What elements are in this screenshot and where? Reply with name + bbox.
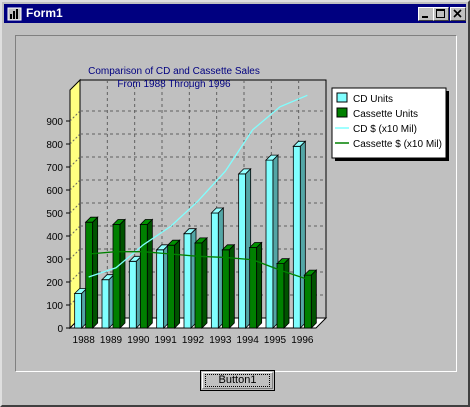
bar-cd-units [183, 233, 192, 329]
x-tick-label: 1995 [264, 335, 287, 346]
y-tick-label: 400 [46, 232, 63, 243]
close-button[interactable] [450, 7, 466, 21]
bar-cassette-units-side [201, 236, 208, 329]
form-window: Form1 0 100 200 300 400 500 600 700 800 900 1988 19… [0, 0, 470, 407]
app-icon[interactable] [7, 6, 22, 21]
bar-cassette-units [139, 224, 148, 329]
y-tick-label: 700 [46, 163, 63, 174]
title-bar[interactable]: Form1 [4, 4, 466, 23]
close-icon [453, 9, 462, 18]
x-tick-label: 1988 [73, 335, 96, 346]
legend-swatch-cd-units [336, 92, 348, 103]
y-tick-label: 100 [46, 301, 63, 312]
bar-cassette-units-side [283, 257, 290, 329]
x-tick-label: 1992 [182, 335, 205, 346]
y-tick-label: 0 [57, 324, 63, 335]
bar-cassette-units-side [310, 269, 317, 329]
y-tick-label: 300 [46, 255, 63, 266]
chart-svg: 0 100 200 300 400 500 600 700 800 900 1988 1989 1990… [46, 66, 449, 346]
x-tick-label: 1996 [291, 335, 314, 346]
bar-cd-units [128, 260, 137, 329]
bar-cd-units [101, 279, 110, 329]
bar-cd-units [238, 173, 247, 329]
legend-label-cassette-x-mil-: Cassette $ (x10 Mil) [353, 139, 442, 150]
chart-control[interactable]: 0 100 200 300 400 500 600 700 800 900 1988 1989 1990… [15, 35, 457, 372]
legend-swatch-cassette-units [336, 107, 348, 118]
y-tick-label: 800 [46, 140, 63, 151]
bar-cassette-units-side [174, 239, 181, 329]
bar-cassette-units [112, 224, 121, 329]
bar-cassette-units [167, 244, 176, 329]
maximize-icon [436, 9, 445, 18]
chart-title: From 1988 Through 1996 [117, 79, 231, 90]
bar-cassette-units [276, 263, 285, 329]
x-tick-label: 1991 [155, 335, 178, 346]
y-tick-label: 500 [46, 209, 63, 220]
bar-cassette-units [221, 249, 230, 329]
bar-cd-units [265, 159, 274, 329]
legend-label-cd-units: CD Units [353, 94, 393, 105]
bar-cassette-units [85, 221, 94, 329]
x-tick-label: 1994 [237, 335, 260, 346]
bar-cd-units [74, 293, 83, 329]
bar-cd-units [156, 249, 165, 329]
legend-label-cassette-units: Cassette Units [353, 109, 418, 120]
y-tick-label: 900 [46, 117, 63, 128]
y-tick-label: 200 [46, 278, 63, 289]
x-tick-label: 1993 [209, 335, 232, 346]
y-tick-label: 600 [46, 186, 63, 197]
bar-cd-units [210, 212, 219, 329]
bar-cassette-units-side [146, 218, 153, 329]
button1[interactable]: Button1 [200, 370, 275, 391]
legend-label-cd-x-mil-: CD $ (x10 Mil) [353, 124, 417, 135]
bar-cassette-units [303, 274, 312, 329]
minimize-button[interactable] [418, 7, 434, 21]
window-title: Form1 [26, 6, 63, 20]
x-tick-label: 1990 [127, 335, 150, 346]
client-area: 0 100 200 300 400 500 600 700 800 900 1988 1989 1990… [4, 24, 466, 403]
button1-label: Button1 [218, 374, 257, 386]
x-tick-label: 1989 [100, 335, 123, 346]
maximize-button[interactable] [433, 7, 449, 21]
bar-cassette-units-side [119, 218, 126, 329]
chart-title: Comparison of CD and Cassette Sales [88, 66, 260, 77]
bar-cassette-units-side [256, 241, 263, 329]
minimize-icon [422, 16, 428, 18]
bar-cassette-units-side [92, 216, 99, 329]
bar-cd-units [292, 145, 301, 329]
